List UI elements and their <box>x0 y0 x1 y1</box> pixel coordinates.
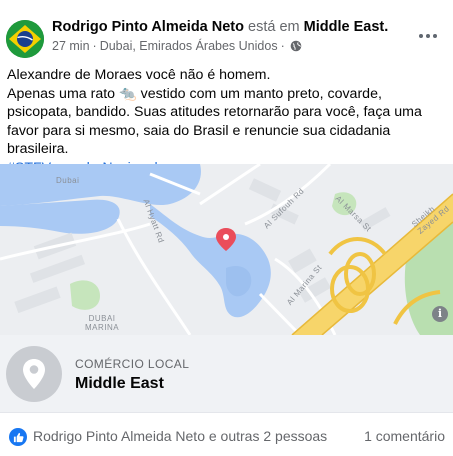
post-header: Rodrigo Pinto Almeida Neto está em Middl… <box>0 0 453 62</box>
post-text-line-1: Alexandre de Moraes você não é homem. <box>7 67 271 83</box>
more-dot <box>419 34 423 38</box>
place-type: COMÉRCIO LOCAL <box>75 357 190 371</box>
more-dot <box>426 34 430 38</box>
post-card: Rodrigo Pinto Almeida Neto está em Middl… <box>0 0 453 456</box>
post-place-detail: Dubai, Emirados Árabes Unidos <box>99 39 278 53</box>
more-options-icon[interactable] <box>414 26 442 46</box>
author-avatar[interactable] <box>6 20 44 58</box>
brazil-flag-avatar-image <box>6 20 44 58</box>
post-text-body: Apenas uma rato 🐀 vestido com um manto p… <box>7 85 422 158</box>
more-dot <box>433 34 437 38</box>
place-name[interactable]: Middle East <box>75 375 164 393</box>
map-pin-icon <box>6 346 62 402</box>
location-link[interactable]: Middle East. <box>304 19 389 35</box>
map-graphic <box>0 164 453 335</box>
post-meta: 27 min · Dubai, Emirados Árabes Unidos · <box>52 39 302 53</box>
post-time[interactable]: 27 min <box>52 39 90 53</box>
globe-icon[interactable] <box>290 40 302 52</box>
location-connector: está em <box>248 19 300 35</box>
post-footer: Rodrigo Pinto Almeida Neto e outras 2 pe… <box>0 414 453 456</box>
location-map[interactable]: DUBAI MARINA Dubai Al Hyatt Rd Al Sufouh… <box>0 164 453 335</box>
comments-count[interactable]: 1 comentário <box>364 428 445 444</box>
meta-dot-2: · <box>280 39 285 53</box>
author-line: Rodrigo Pinto Almeida Neto está em Middl… <box>52 19 388 35</box>
post-message: Alexandre de Moraes você não é homem. Ap… <box>7 66 447 178</box>
like-icon[interactable] <box>9 428 27 446</box>
author-name[interactable]: Rodrigo Pinto Almeida Neto <box>52 19 244 35</box>
map-info-icon[interactable]: i <box>432 306 448 322</box>
map-label-dubai-marina: DUBAI MARINA <box>85 314 120 332</box>
meta-dot: · <box>92 39 97 53</box>
reactions-summary[interactable]: Rodrigo Pinto Almeida Neto e outras 2 pe… <box>33 428 327 444</box>
place-card[interactable]: COMÉRCIO LOCAL Middle East <box>0 335 453 413</box>
map-label-dubai: Dubai <box>56 176 80 185</box>
